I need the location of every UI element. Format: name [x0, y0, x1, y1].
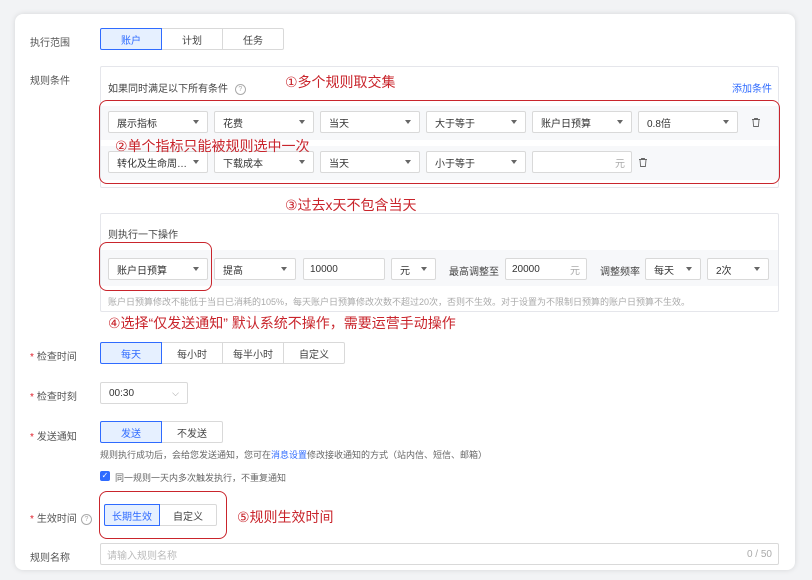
- annotation-1: ①多个规则取交集: [285, 74, 396, 90]
- notify-hint: 规则执行成功后，会给您发送通知，您可在消息设置修改接收通知的方式（站内信、短信、…: [100, 450, 488, 460]
- check-icon: ✓: [101, 471, 109, 480]
- frequency-count-select[interactable]: 2次: [707, 258, 769, 280]
- rule-name-input[interactable]: 请输入规则名称 0 / 50: [100, 543, 779, 565]
- unit-select[interactable]: 元: [391, 258, 436, 280]
- notify-segmented: 发送 不发送: [100, 421, 223, 443]
- help-icon[interactable]: ?: [234, 83, 246, 95]
- check-time-option-custom[interactable]: 自定义: [283, 342, 345, 364]
- effective-time-label: * 生效时间?: [30, 510, 92, 525]
- scope-option-plan[interactable]: 计划: [161, 28, 223, 50]
- chevron-down-icon: ⌵: [172, 387, 179, 398]
- annotation-5: ⑤规则生效时间: [237, 509, 334, 525]
- effective-option-long-term[interactable]: 长期生效: [104, 504, 160, 526]
- amount-input[interactable]: 10000: [303, 258, 385, 280]
- annotation-2: ②单个指标只能被规则选中一次: [115, 138, 310, 154]
- max-adjust-label: 最高调整至: [449, 267, 499, 278]
- check-time-segmented: 每天 每小时 每半小时 自定义: [100, 342, 345, 364]
- caret-down-icon: [281, 267, 287, 271]
- frequency-period-select[interactable]: 每天: [645, 258, 701, 280]
- check-moment-select[interactable]: 00:30 ⌵: [100, 382, 188, 404]
- repeat-notify-label: 同一规则一天内多次触发执行，不重复通知: [115, 473, 287, 483]
- frequency-label: 调整频率: [600, 267, 640, 278]
- add-condition-link[interactable]: 添加条件: [732, 80, 772, 95]
- action-note: 账户日预算修改不能低于当日已消耗的105%，每天账户日预算修改次数不超过20次，…: [108, 297, 691, 307]
- annotation-3: ③过去x天不包含当天: [285, 197, 417, 213]
- repeat-notify-checkbox[interactable]: ✓: [100, 471, 110, 481]
- rule-form-card: 执行范围 账户 计划 任务 规则条件 如果同时满足以下所有条件 ? 添加条件 展…: [15, 14, 795, 570]
- scope-segmented: 账户 计划 任务: [100, 28, 284, 50]
- caret-down-icon: [754, 267, 760, 271]
- check-time-option-daily[interactable]: 每天: [100, 342, 162, 364]
- direction-select[interactable]: 提高: [214, 258, 296, 280]
- check-time-label: * 检查时间: [30, 352, 77, 363]
- message-settings-link[interactable]: 消息设置: [271, 450, 307, 460]
- check-moment-label: * 检查时刻: [30, 392, 77, 403]
- caret-down-icon: [686, 267, 692, 271]
- required-mark: *: [30, 432, 34, 443]
- conditions-header: 如果同时满足以下所有条件 ?: [108, 80, 246, 95]
- notify-option-send[interactable]: 发送: [100, 421, 162, 443]
- help-icon[interactable]: ?: [80, 513, 92, 525]
- scope-option-account[interactable]: 账户: [100, 28, 162, 50]
- conditions-label: 规则条件: [30, 76, 70, 87]
- scope-label: 执行范围: [30, 38, 70, 49]
- required-mark: *: [30, 514, 34, 525]
- scope-option-task[interactable]: 任务: [222, 28, 284, 50]
- max-value-input[interactable]: 20000 元: [505, 258, 587, 280]
- annotation-4: ④选择“仅发送通知” 默认系统不操作，需要运营手动操作: [108, 315, 456, 331]
- check-time-option-half-hourly[interactable]: 每半小时: [222, 342, 284, 364]
- required-mark: *: [30, 392, 34, 403]
- notify-label: * 发送通知: [30, 432, 77, 443]
- action-title: 则执行一下操作: [108, 230, 178, 241]
- notify-option-no-send[interactable]: 不发送: [161, 421, 223, 443]
- rule-name-label: 规则名称: [30, 553, 70, 564]
- check-time-option-hourly[interactable]: 每小时: [161, 342, 223, 364]
- annotation-box-action-type: [99, 242, 212, 291]
- caret-down-icon: [421, 267, 427, 271]
- required-mark: *: [30, 352, 34, 363]
